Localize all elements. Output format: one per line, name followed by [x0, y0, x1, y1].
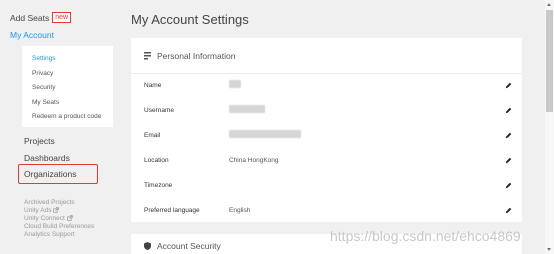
submenu-item-my-seats[interactable]: My Seats — [22, 96, 113, 111]
row-email: Email — [131, 124, 522, 149]
scrollbar[interactable] — [545, 0, 554, 254]
row-label: Location — [144, 157, 169, 164]
watermark: https://blog.csdn.net/ehco4869 — [330, 228, 521, 244]
add-seats-label: Add Seats — [10, 12, 50, 23]
row-username: Username — [131, 99, 522, 124]
pencil-icon[interactable] — [505, 182, 512, 189]
sidebar: Add Seats new My Account Settings Privac… — [0, 0, 118, 254]
new-badge: new — [52, 12, 72, 23]
sidebar-item-my-account[interactable]: My Account — [10, 30, 54, 40]
row-name: Name — [131, 74, 522, 99]
row-location: Location China HongKong — [131, 149, 522, 174]
link-cloud-build-preferences[interactable]: Cloud Build Preferences — [24, 223, 94, 231]
submenu-item-settings[interactable]: Settings — [22, 52, 113, 67]
personal-information-card: Personal Information Name Username Email… — [131, 38, 522, 222]
sidebar-item-projects[interactable]: Projects — [24, 136, 55, 146]
row-preferred-language: Preferred language English — [131, 199, 522, 224]
redacted-value — [229, 105, 265, 113]
sidebar-item-dashboards[interactable]: Dashboards — [24, 153, 70, 163]
scroll-up-arrow-icon[interactable] — [547, 3, 551, 6]
page-title: My Account Settings — [131, 12, 249, 27]
link-unity-ads-label: Unity Ads — [24, 207, 52, 214]
row-label: Name — [144, 82, 162, 89]
personal-information-header: Personal Information — [131, 38, 522, 74]
personal-information-title: Personal Information — [157, 50, 236, 61]
pencil-icon[interactable] — [505, 132, 512, 139]
account-security-title: Account Security — [157, 241, 221, 251]
pencil-icon[interactable] — [505, 82, 512, 89]
row-label: Timezone — [144, 182, 173, 189]
row-timezone: Timezone — [131, 174, 522, 199]
row-label: Username — [144, 107, 174, 114]
pencil-icon[interactable] — [505, 157, 512, 164]
pencil-icon[interactable] — [505, 207, 512, 214]
link-analytics-support[interactable]: Analytics Support — [24, 231, 94, 239]
external-link-icon — [53, 207, 60, 213]
submenu-item-redeem-code[interactable]: Redeem a product code — [22, 110, 113, 125]
sidebar-item-organizations[interactable]: Organizations — [24, 169, 76, 179]
link-unity-connect-label: Unity Connect — [24, 215, 65, 222]
link-unity-ads[interactable]: Unity Ads — [24, 207, 94, 215]
row-value: English — [229, 207, 251, 214]
redacted-value — [229, 80, 241, 88]
row-label: Preferred language — [144, 207, 200, 214]
scrollbar-thumb[interactable] — [546, 10, 553, 112]
redacted-value — [229, 130, 301, 138]
row-value: China HongKong — [229, 157, 279, 164]
submenu-item-security[interactable]: Security — [22, 81, 113, 96]
external-link-icon — [66, 215, 73, 221]
link-archived-projects[interactable]: Archived Projects — [24, 199, 94, 207]
pencil-icon[interactable] — [505, 107, 512, 114]
scroll-down-arrow-icon[interactable] — [547, 248, 551, 251]
document-icon — [144, 51, 151, 59]
link-unity-connect[interactable]: Unity Connect — [24, 215, 94, 223]
submenu-item-privacy[interactable]: Privacy — [22, 67, 113, 82]
account-submenu: Settings Privacy Security My Seats Redee… — [22, 46, 113, 127]
sidebar-links: Archived Projects Unity Ads Unity Connec… — [24, 199, 94, 239]
add-seats-link[interactable]: Add Seats new — [10, 12, 72, 23]
row-label: Email — [144, 132, 161, 139]
shield-icon — [144, 242, 151, 250]
